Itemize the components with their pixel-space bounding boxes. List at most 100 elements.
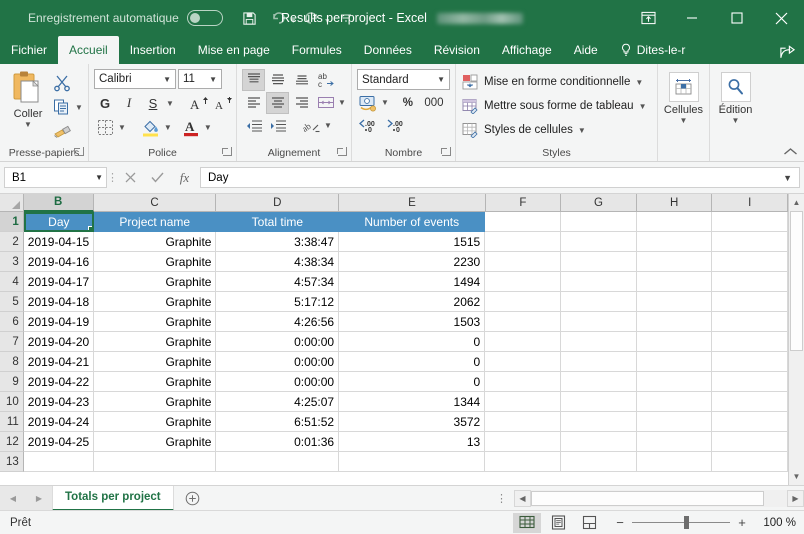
cell-d13[interactable] xyxy=(216,452,340,472)
cell-b1[interactable]: Day xyxy=(23,212,94,232)
align-middle-button[interactable] xyxy=(266,69,289,91)
collapse-ribbon-icon[interactable] xyxy=(783,147,798,157)
tab-affichage[interactable]: Affichage xyxy=(491,36,563,64)
cell-c4[interactable]: Graphite xyxy=(93,272,217,292)
cell-b3[interactable]: 2019-04-16 xyxy=(23,252,94,272)
cell-h4[interactable] xyxy=(636,272,713,292)
cell-g7[interactable] xyxy=(560,332,637,352)
horizontal-scroll-thumb[interactable] xyxy=(531,490,764,506)
row-header-1[interactable]: 1 xyxy=(0,212,24,232)
cell-c8[interactable]: Graphite xyxy=(93,352,217,372)
column-header-i[interactable]: I xyxy=(712,194,788,212)
increase-decimal-button[interactable]: .00 0 xyxy=(357,115,381,137)
chevron-down-icon[interactable]: ▼ xyxy=(578,126,586,135)
cell-d5[interactable]: 5:17:12 xyxy=(216,292,340,312)
row-header-5[interactable]: 5 xyxy=(0,292,24,312)
cell-h12[interactable] xyxy=(636,432,713,452)
cell-i6[interactable] xyxy=(712,312,788,332)
cell-c11[interactable]: Graphite xyxy=(93,412,217,432)
cell-d3[interactable]: 4:38:34 xyxy=(216,252,340,272)
cell-i9[interactable] xyxy=(712,372,788,392)
cell-g11[interactable] xyxy=(560,412,637,432)
zoom-in-button[interactable]: + xyxy=(736,515,748,530)
previous-sheet-icon[interactable]: ◀ xyxy=(0,486,26,511)
cell-f4[interactable] xyxy=(485,272,561,292)
number-dialog-launcher[interactable] xyxy=(441,147,451,156)
vertical-scroll-track[interactable] xyxy=(789,211,804,468)
cell-c5[interactable]: Graphite xyxy=(93,292,217,312)
cell-e13[interactable] xyxy=(339,452,486,472)
font-name-combo[interactable]: Calibri ▼ xyxy=(94,69,176,89)
fill-color-button[interactable] xyxy=(140,116,162,138)
zoom-slider-thumb[interactable] xyxy=(684,516,689,529)
cell-h11[interactable] xyxy=(636,412,713,432)
accounting-format-button[interactable] xyxy=(357,92,379,114)
align-right-button[interactable] xyxy=(290,92,313,114)
next-sheet-icon[interactable]: ▶ xyxy=(26,486,52,511)
cells-button[interactable]: Cellules ▼ xyxy=(663,68,704,146)
cell-c6[interactable]: Graphite xyxy=(93,312,217,332)
row-header-11[interactable]: 11 xyxy=(0,412,24,432)
cell-h2[interactable] xyxy=(636,232,713,252)
cell-i10[interactable] xyxy=(712,392,788,412)
cell-h7[interactable] xyxy=(636,332,713,352)
cell-e5[interactable]: 2062 xyxy=(339,292,486,312)
cell-f11[interactable] xyxy=(485,412,561,432)
autosave-toggle[interactable] xyxy=(186,10,223,26)
tab-insertion[interactable]: Insertion xyxy=(119,36,187,64)
cell-h9[interactable] xyxy=(636,372,713,392)
cell-d2[interactable]: 3:38:47 xyxy=(216,232,340,252)
cell-i3[interactable] xyxy=(712,252,788,272)
increase-font-size-button[interactable]: A xyxy=(188,92,210,114)
cell-f3[interactable] xyxy=(485,252,561,272)
row-header-7[interactable]: 7 xyxy=(0,332,24,352)
align-bottom-button[interactable] xyxy=(290,69,313,91)
cell-h6[interactable] xyxy=(636,312,713,332)
cell-g10[interactable] xyxy=(560,392,637,412)
sheet-tab-totals-per-project[interactable]: Totals per project xyxy=(52,485,174,511)
row-header-10[interactable]: 10 xyxy=(0,392,24,412)
scroll-down-icon[interactable]: ▼ xyxy=(789,468,804,485)
cell-i1[interactable] xyxy=(712,212,788,232)
chevron-down-icon[interactable]: ▼ xyxy=(435,75,447,84)
tab-mise-en-page[interactable]: Mise en page xyxy=(187,36,281,64)
cell-h8[interactable] xyxy=(636,352,713,372)
tab-formules[interactable]: Formules xyxy=(281,36,353,64)
font-color-dropdown-icon[interactable]: ▼ xyxy=(204,123,212,132)
cell-f6[interactable] xyxy=(485,312,561,332)
cancel-icon[interactable] xyxy=(117,167,144,189)
minimize-icon[interactable] xyxy=(669,0,714,36)
cell-d10[interactable]: 4:25:07 xyxy=(216,392,340,412)
scroll-right-icon[interactable]: ▶ xyxy=(787,489,804,507)
row-header-12[interactable]: 12 xyxy=(0,432,24,452)
cell-d12[interactable]: 0:01:36 xyxy=(216,432,340,452)
tab-aide[interactable]: Aide xyxy=(563,36,609,64)
cell-e7[interactable]: 0 xyxy=(339,332,486,352)
cell-f12[interactable] xyxy=(485,432,561,452)
cell-h13[interactable] xyxy=(636,452,713,472)
align-left-button[interactable] xyxy=(242,92,265,114)
expand-formula-bar-icon[interactable]: ▼ xyxy=(783,173,795,183)
editing-button[interactable]: Édition ▼ xyxy=(715,68,756,146)
font-dialog-launcher[interactable] xyxy=(222,147,232,156)
editing-dropdown-icon[interactable]: ▼ xyxy=(732,117,740,125)
cell-b10[interactable]: 2019-04-23 xyxy=(23,392,94,412)
cell-e4[interactable]: 1494 xyxy=(339,272,486,292)
cell-c13[interactable] xyxy=(93,452,217,472)
row-header-8[interactable]: 8 xyxy=(0,352,24,372)
copy-dropdown-icon[interactable]: ▼ xyxy=(75,103,83,112)
vertical-scroll-thumb[interactable] xyxy=(790,211,803,351)
cell-f2[interactable] xyxy=(485,232,561,252)
thousands-separator-button[interactable]: 000 xyxy=(423,92,445,114)
font-size-combo[interactable]: 11 ▼ xyxy=(178,69,222,89)
cell-b13[interactable] xyxy=(23,452,94,472)
page-layout-view-icon[interactable] xyxy=(544,513,572,533)
cell-styles-button[interactable]: Styles de cellules ▼ xyxy=(462,118,652,142)
save-icon[interactable] xyxy=(237,5,263,31)
borders-dropdown-icon[interactable]: ▼ xyxy=(118,123,126,132)
font-color-button[interactable]: A xyxy=(180,116,202,138)
cell-c7[interactable]: Graphite xyxy=(93,332,217,352)
cell-i12[interactable] xyxy=(712,432,788,452)
fill-color-dropdown-icon[interactable]: ▼ xyxy=(164,123,172,132)
customize-quick-access-icon[interactable] xyxy=(333,5,359,31)
